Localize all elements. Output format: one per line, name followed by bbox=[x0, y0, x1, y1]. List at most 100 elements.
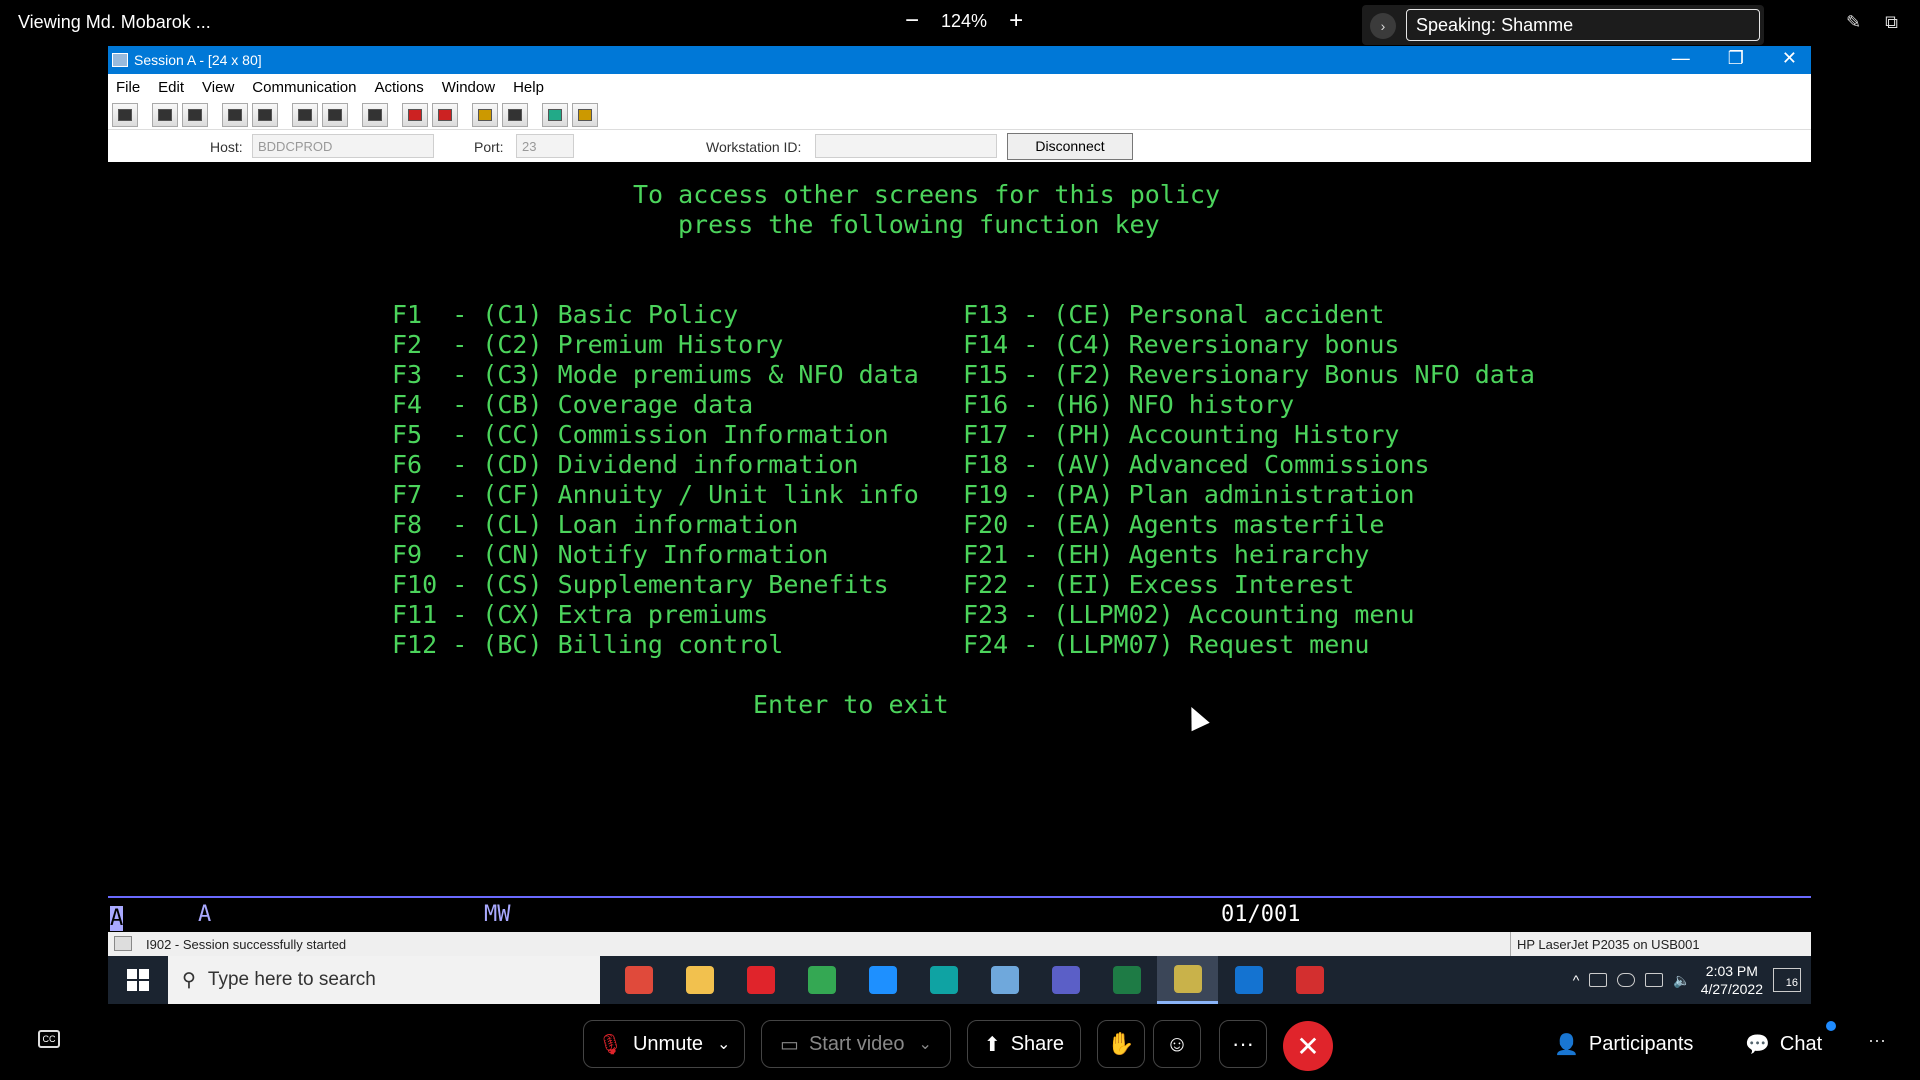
start-video-button[interactable]: ▭ Start video ⌄ bbox=[761, 1020, 951, 1068]
menu-file[interactable]: File bbox=[116, 79, 140, 96]
edge-icon[interactable] bbox=[913, 956, 974, 1004]
workstation-field[interactable] bbox=[815, 134, 997, 158]
fkey-right-4: F16 - (H6) NFO history bbox=[963, 390, 1295, 419]
fkey-right-5: F17 - (PH) Accounting History bbox=[963, 420, 1400, 449]
zoom-control: − 124% + bbox=[905, 9, 1023, 33]
ie-icon[interactable] bbox=[852, 956, 913, 1004]
fkey-left-10: F10 - (CS) Supplementary Benefits bbox=[392, 570, 889, 599]
play-macro-icon[interactable] bbox=[472, 102, 498, 127]
reactions-icon[interactable]: ☺ bbox=[1153, 1020, 1201, 1068]
terminal-screen[interactable]: To access other screens for this policy … bbox=[108, 174, 1811, 898]
chat-label: Chat bbox=[1779, 1033, 1823, 1055]
print-screen-icon[interactable] bbox=[112, 102, 138, 127]
menu-communication[interactable]: Communication bbox=[252, 79, 356, 96]
chevron-down-icon[interactable]: ⌄ bbox=[717, 1034, 730, 1054]
display-icon[interactable] bbox=[292, 102, 318, 127]
copy-icon[interactable] bbox=[152, 102, 178, 127]
file-explorer-icon[interactable] bbox=[669, 956, 730, 1004]
unmute-label: Unmute bbox=[632, 1032, 703, 1055]
menu-actions[interactable]: Actions bbox=[375, 79, 424, 96]
close-icon[interactable]: ✕ bbox=[1782, 48, 1797, 69]
speaking-indicator: › Speaking: Shamme bbox=[1362, 5, 1764, 45]
file-explorer-icon-glyph bbox=[685, 966, 714, 994]
search-placeholder: Type here to search bbox=[207, 969, 376, 990]
connect-icon[interactable] bbox=[542, 102, 568, 127]
expand-arrow-icon[interactable]: › bbox=[1370, 13, 1396, 39]
unmute-button[interactable]: 🎙 Unmute ⌄ bbox=[583, 1020, 745, 1068]
chrome-icon[interactable] bbox=[791, 956, 852, 1004]
tray-chevron-icon[interactable]: ^ bbox=[1573, 972, 1580, 988]
restore-icon[interactable]: ❐ bbox=[1728, 48, 1744, 69]
send-file-icon[interactable] bbox=[222, 102, 248, 127]
zoom-in-button[interactable]: + bbox=[1009, 9, 1023, 33]
clock[interactable]: 2:03 PM 4/27/2022 bbox=[1701, 962, 1763, 998]
title-bar: Session A - [24 x 80] — ❐ ✕ bbox=[108, 46, 1811, 74]
fkey-right-10: F22 - (EI) Excess Interest bbox=[963, 570, 1355, 599]
fkey-left-7: F7 - (CF) Annuity / Unit link info bbox=[392, 480, 919, 509]
taskbar-apps bbox=[608, 956, 1340, 1004]
volume-icon[interactable]: 🔈 bbox=[1673, 972, 1690, 989]
raise-hand-icon[interactable]: ✋ bbox=[1097, 1020, 1145, 1068]
oia-status-line: MA A MW 01/001 bbox=[108, 896, 1811, 932]
battery-icon[interactable] bbox=[1589, 973, 1608, 987]
taskbar-search[interactable]: ⚲ Type here to search bbox=[168, 956, 600, 1004]
macro-list-icon[interactable] bbox=[502, 102, 528, 127]
more-options-button[interactable]: ··· bbox=[1219, 1020, 1267, 1068]
emulator-window: Session A - [24 x 80] — ❐ ✕ File Edit Vi… bbox=[108, 46, 1811, 1004]
participants-button[interactable]: 👤 Participants bbox=[1554, 1032, 1693, 1057]
stop-macro-icon[interactable] bbox=[432, 102, 458, 127]
oia-mw: MW bbox=[484, 902, 511, 927]
snip-icon[interactable] bbox=[608, 956, 669, 1004]
keyboard-icon[interactable] bbox=[322, 102, 348, 127]
zoom-out-button[interactable]: − bbox=[905, 9, 919, 33]
terminal-app-icon-glyph bbox=[1173, 964, 1202, 993]
key-icon[interactable] bbox=[572, 102, 598, 127]
menu-help[interactable]: Help bbox=[513, 79, 544, 96]
host-field[interactable]: BDDCPROD bbox=[252, 134, 434, 158]
teams-icon[interactable] bbox=[1035, 956, 1096, 1004]
chevron-down-icon[interactable]: ⌄ bbox=[919, 1034, 932, 1054]
wifi-app-icon[interactable] bbox=[974, 956, 1035, 1004]
teams-icon-glyph bbox=[1051, 966, 1080, 994]
port-field[interactable]: 23 bbox=[516, 134, 574, 158]
share-icon: ⬆ bbox=[983, 1033, 1001, 1056]
acrobat-icon[interactable] bbox=[1279, 956, 1340, 1004]
edge-icon-glyph bbox=[929, 966, 958, 994]
start-video-label: Start video bbox=[808, 1032, 905, 1055]
annotate-icon[interactable]: ✎ bbox=[1846, 12, 1861, 33]
outlook-icon[interactable] bbox=[1218, 956, 1279, 1004]
chat-button[interactable]: 💬 Chat bbox=[1745, 1032, 1822, 1057]
popout-icon[interactable]: ⧉ bbox=[1885, 12, 1898, 33]
paste-icon[interactable] bbox=[182, 102, 208, 127]
oia-a: A bbox=[198, 902, 212, 927]
menu-view[interactable]: View bbox=[202, 79, 234, 96]
end-call-button[interactable]: ✕ bbox=[1283, 1021, 1333, 1071]
minimize-icon[interactable]: — bbox=[1672, 48, 1690, 69]
speaking-box: Speaking: Shamme bbox=[1406, 9, 1760, 41]
fkey-left-6: F6 - (CD) Dividend information bbox=[392, 450, 859, 479]
disconnect-button[interactable]: Disconnect bbox=[1007, 133, 1133, 160]
fkey-right-7: F19 - (PA) Plan administration bbox=[963, 480, 1415, 509]
search-icon: ⚲ bbox=[182, 969, 196, 991]
start-button[interactable] bbox=[108, 956, 168, 1004]
network-icon[interactable] bbox=[1645, 973, 1664, 987]
excel-icon[interactable] bbox=[1096, 956, 1157, 1004]
terminal-app-icon[interactable] bbox=[1157, 956, 1218, 1004]
record-macro-icon[interactable] bbox=[402, 102, 428, 127]
captions-icon[interactable]: CC bbox=[38, 1030, 60, 1048]
notifications-icon[interactable]: 16 bbox=[1773, 968, 1801, 992]
menu-window[interactable]: Window bbox=[442, 79, 495, 96]
participants-icon: 👤 bbox=[1554, 1034, 1579, 1056]
opera-icon[interactable] bbox=[730, 956, 791, 1004]
mic-off-icon: 🎙 bbox=[597, 1033, 623, 1056]
color-map-icon[interactable] bbox=[362, 102, 388, 127]
chat-unread-badge bbox=[1826, 1021, 1836, 1031]
menu-edit[interactable]: Edit bbox=[158, 79, 184, 96]
receive-file-icon[interactable] bbox=[252, 102, 278, 127]
chrome-icon-glyph bbox=[807, 966, 836, 994]
fkey-right-6: F18 - (AV) Advanced Commissions bbox=[963, 450, 1430, 479]
share-button[interactable]: ⬆ Share bbox=[967, 1020, 1081, 1068]
overflow-menu-icon[interactable]: ··· bbox=[1868, 1030, 1886, 1051]
onedrive-icon[interactable] bbox=[1617, 973, 1636, 987]
window-title: Session A - [24 x 80] bbox=[134, 52, 262, 68]
